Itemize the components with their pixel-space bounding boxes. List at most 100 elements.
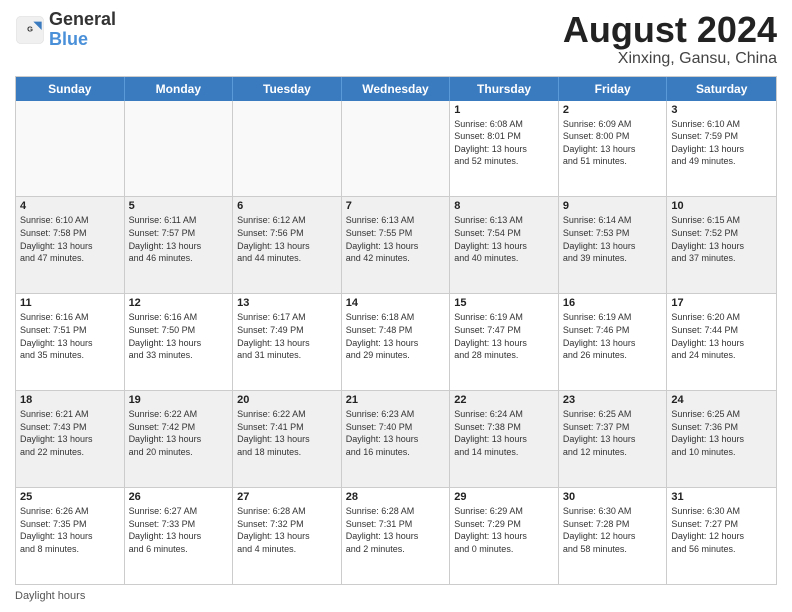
day-number: 23: [563, 394, 663, 406]
day-number: 13: [237, 297, 337, 309]
header-day-tuesday: Tuesday: [233, 77, 342, 101]
calendar-cell: 18 Sunrise: 6:21 AM Sunset: 7:43 PM Dayli…: [16, 391, 125, 487]
calendar-cell: 27 Sunrise: 6:28 AM Sunset: 7:32 PM Dayli…: [233, 488, 342, 584]
logo-icon: G: [15, 15, 45, 45]
calendar-cell: 15 Sunrise: 6:19 AM Sunset: 7:47 PM Dayli…: [450, 294, 559, 390]
day-number: 16: [563, 297, 663, 309]
calendar-cell: 28 Sunrise: 6:28 AM Sunset: 7:31 PM Dayli…: [342, 488, 451, 584]
calendar-cell: 17 Sunrise: 6:20 AM Sunset: 7:44 PM Dayli…: [667, 294, 776, 390]
day-number: 5: [129, 200, 229, 212]
day-number: 4: [20, 200, 120, 212]
logo-general: General: [49, 10, 116, 30]
calendar-cell: 30Sunrise: 6:30 AM Sunset: 7:28 PM Dayli…: [559, 488, 668, 584]
logo-text: General Blue: [49, 10, 116, 50]
day-number: 19: [129, 394, 229, 406]
day-number: 3: [671, 104, 772, 116]
logo-blue: Blue: [49, 30, 116, 50]
header-day-thursday: Thursday: [450, 77, 559, 101]
cell-info: Sunrise: 6:16 AM Sunset: 7:51 PM Dayligh…: [20, 311, 120, 361]
day-number: 28: [346, 491, 446, 503]
day-number: 12: [129, 297, 229, 309]
calendar-cell: [233, 101, 342, 197]
cell-info: Sunrise: 6:20 AM Sunset: 7:44 PM Dayligh…: [671, 311, 772, 361]
cell-info: Sunrise: 6:24 AM Sunset: 7:38 PM Dayligh…: [454, 408, 554, 458]
calendar-cell: [16, 101, 125, 197]
footer-label: Daylight hours: [15, 590, 85, 602]
calendar-cell: 24Sunrise: 6:25 AM Sunset: 7:36 PM Dayli…: [667, 391, 776, 487]
calendar-cell: 11 Sunrise: 6:16 AM Sunset: 7:51 PM Dayli…: [16, 294, 125, 390]
calendar-row-1: 1Sunrise: 6:08 AM Sunset: 8:01 PM Daylig…: [16, 101, 776, 198]
cell-info: Sunrise: 6:15 AM Sunset: 7:52 PM Dayligh…: [671, 214, 772, 264]
calendar-cell: 13 Sunrise: 6:17 AM Sunset: 7:49 PM Dayli…: [233, 294, 342, 390]
day-number: 2: [563, 104, 663, 116]
calendar-cell: 1Sunrise: 6:08 AM Sunset: 8:01 PM Daylig…: [450, 101, 559, 197]
cell-info: Sunrise: 6:17 AM Sunset: 7:49 PM Dayligh…: [237, 311, 337, 361]
calendar-cell: 23 Sunrise: 6:25 AM Sunset: 7:37 PM Dayli…: [559, 391, 668, 487]
calendar-cell: 25 Sunrise: 6:26 AM Sunset: 7:35 PM Dayli…: [16, 488, 125, 584]
logo: G General Blue: [15, 10, 116, 50]
cell-info: Sunrise: 6:19 AM Sunset: 7:47 PM Dayligh…: [454, 311, 554, 361]
calendar-cell: 3 Sunrise: 6:10 AM Sunset: 7:59 PM Daylig…: [667, 101, 776, 197]
calendar-cell: 21Sunrise: 6:23 AM Sunset: 7:40 PM Dayli…: [342, 391, 451, 487]
day-number: 10: [671, 200, 772, 212]
calendar-cell: 12 Sunrise: 6:16 AM Sunset: 7:50 PM Dayli…: [125, 294, 234, 390]
header-day-sunday: Sunday: [16, 77, 125, 101]
day-number: 9: [563, 200, 663, 212]
cell-info: Sunrise: 6:12 AM Sunset: 7:56 PM Dayligh…: [237, 214, 337, 264]
calendar-row-5: 25 Sunrise: 6:26 AM Sunset: 7:35 PM Dayli…: [16, 488, 776, 584]
location: Xinxing, Gansu, China: [563, 50, 777, 68]
calendar-row-2: 4 Sunrise: 6:10 AM Sunset: 7:58 PM Daylig…: [16, 197, 776, 294]
cell-info: Sunrise: 6:19 AM Sunset: 7:46 PM Dayligh…: [563, 311, 663, 361]
calendar-cell: 14 Sunrise: 6:18 AM Sunset: 7:48 PM Dayli…: [342, 294, 451, 390]
day-number: 20: [237, 394, 337, 406]
cell-info: Sunrise: 6:13 AM Sunset: 7:54 PM Dayligh…: [454, 214, 554, 264]
calendar-cell: [125, 101, 234, 197]
month-year: August 2024: [563, 10, 777, 50]
cell-info: Sunrise: 6:08 AM Sunset: 8:01 PM Dayligh…: [454, 118, 554, 168]
cell-info: Sunrise: 6:23 AM Sunset: 7:40 PM Dayligh…: [346, 408, 446, 458]
cell-info: Sunrise: 6:26 AM Sunset: 7:35 PM Dayligh…: [20, 505, 120, 555]
cell-info: Sunrise: 6:09 AM Sunset: 8:00 PM Dayligh…: [563, 118, 663, 168]
header: G General Blue August 2024 Xinxing, Gans…: [15, 10, 777, 68]
day-number: 22: [454, 394, 554, 406]
calendar-cell: 19 Sunrise: 6:22 AM Sunset: 7:42 PM Dayli…: [125, 391, 234, 487]
calendar-cell: 29Sunrise: 6:29 AM Sunset: 7:29 PM Dayli…: [450, 488, 559, 584]
page: G General Blue August 2024 Xinxing, Gans…: [0, 0, 792, 612]
cell-info: Sunrise: 6:30 AM Sunset: 7:27 PM Dayligh…: [671, 505, 772, 555]
day-number: 18: [20, 394, 120, 406]
calendar-cell: 22 Sunrise: 6:24 AM Sunset: 7:38 PM Dayli…: [450, 391, 559, 487]
day-number: 31: [671, 491, 772, 503]
calendar-cell: 10 Sunrise: 6:15 AM Sunset: 7:52 PM Dayli…: [667, 197, 776, 293]
cell-info: Sunrise: 6:10 AM Sunset: 7:58 PM Dayligh…: [20, 214, 120, 264]
cell-info: Sunrise: 6:10 AM Sunset: 7:59 PM Dayligh…: [671, 118, 772, 168]
day-number: 27: [237, 491, 337, 503]
calendar-cell: [342, 101, 451, 197]
calendar-cell: 4 Sunrise: 6:10 AM Sunset: 7:58 PM Daylig…: [16, 197, 125, 293]
header-day-monday: Monday: [125, 77, 234, 101]
cell-info: Sunrise: 6:28 AM Sunset: 7:31 PM Dayligh…: [346, 505, 446, 555]
cell-info: Sunrise: 6:25 AM Sunset: 7:36 PM Dayligh…: [671, 408, 772, 458]
day-number: 11: [20, 297, 120, 309]
calendar-cell: 7Sunrise: 6:13 AM Sunset: 7:55 PM Daylig…: [342, 197, 451, 293]
day-number: 17: [671, 297, 772, 309]
calendar-cell: 26Sunrise: 6:27 AM Sunset: 7:33 PM Dayli…: [125, 488, 234, 584]
day-number: 25: [20, 491, 120, 503]
day-number: 15: [454, 297, 554, 309]
day-number: 14: [346, 297, 446, 309]
header-day-wednesday: Wednesday: [342, 77, 451, 101]
day-number: 29: [454, 491, 554, 503]
calendar-row-4: 18 Sunrise: 6:21 AM Sunset: 7:43 PM Dayli…: [16, 391, 776, 488]
cell-info: Sunrise: 6:22 AM Sunset: 7:42 PM Dayligh…: [129, 408, 229, 458]
cell-info: Sunrise: 6:21 AM Sunset: 7:43 PM Dayligh…: [20, 408, 120, 458]
cell-info: Sunrise: 6:16 AM Sunset: 7:50 PM Dayligh…: [129, 311, 229, 361]
cell-info: Sunrise: 6:18 AM Sunset: 7:48 PM Dayligh…: [346, 311, 446, 361]
cell-info: Sunrise: 6:14 AM Sunset: 7:53 PM Dayligh…: [563, 214, 663, 264]
header-day-friday: Friday: [559, 77, 668, 101]
calendar-cell: 2 Sunrise: 6:09 AM Sunset: 8:00 PM Daylig…: [559, 101, 668, 197]
cell-info: Sunrise: 6:25 AM Sunset: 7:37 PM Dayligh…: [563, 408, 663, 458]
calendar-cell: 8 Sunrise: 6:13 AM Sunset: 7:54 PM Daylig…: [450, 197, 559, 293]
calendar-cell: 9 Sunrise: 6:14 AM Sunset: 7:53 PM Daylig…: [559, 197, 668, 293]
day-number: 8: [454, 200, 554, 212]
calendar-cell: 5Sunrise: 6:11 AM Sunset: 7:57 PM Daylig…: [125, 197, 234, 293]
cell-info: Sunrise: 6:28 AM Sunset: 7:32 PM Dayligh…: [237, 505, 337, 555]
